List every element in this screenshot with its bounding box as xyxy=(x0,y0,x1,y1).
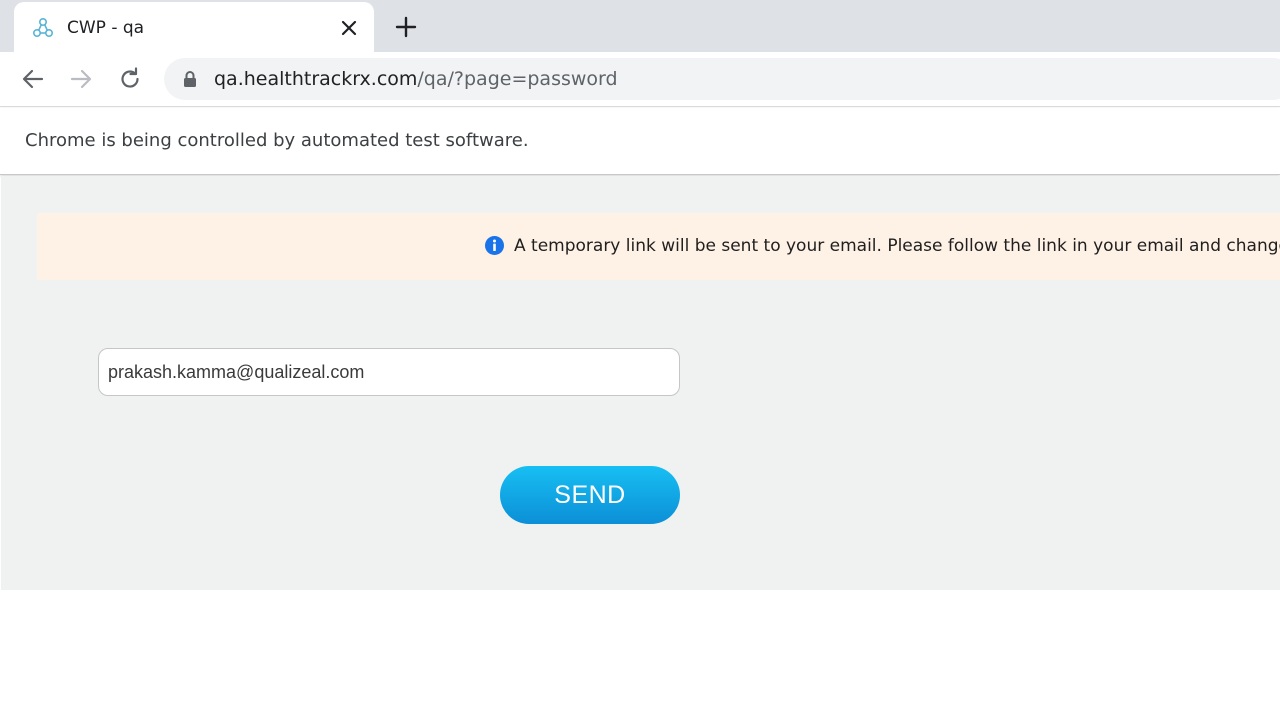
tab-strip: CWP - qa xyxy=(0,0,1280,52)
tab-title: CWP - qa xyxy=(67,18,145,38)
url-text: qa.healthtrackrx.com/qa/?page=password xyxy=(214,68,618,90)
automation-infobar: Chrome is being controlled by automated … xyxy=(0,108,1280,175)
send-button[interactable]: SEND xyxy=(500,466,680,524)
close-icon[interactable] xyxy=(338,17,360,39)
lock-icon[interactable] xyxy=(182,70,198,88)
browser-toolbar: qa.healthtrackrx.com/qa/?page=password xyxy=(0,52,1280,107)
browser-tab[interactable]: CWP - qa xyxy=(14,2,374,52)
infobar-message: Chrome is being controlled by automated … xyxy=(25,130,529,151)
molecule-icon xyxy=(31,16,55,40)
info-alert: A temporary link will be sent to your em… xyxy=(37,213,1280,280)
password-reset-page: A temporary link will be sent to your em… xyxy=(1,176,1280,590)
address-bar[interactable]: qa.healthtrackrx.com/qa/?page=password xyxy=(164,58,1280,100)
reload-icon[interactable] xyxy=(117,66,143,92)
url-path: /qa/?page=password xyxy=(417,68,618,90)
info-icon xyxy=(485,236,504,255)
email-field[interactable] xyxy=(98,348,680,396)
plus-icon[interactable] xyxy=(394,15,418,39)
url-host: qa.healthtrackrx.com xyxy=(214,68,418,90)
arrow-right-icon[interactable] xyxy=(68,66,94,92)
alert-message: A temporary link will be sent to your em… xyxy=(514,236,1280,256)
arrow-left-icon[interactable] xyxy=(20,66,46,92)
